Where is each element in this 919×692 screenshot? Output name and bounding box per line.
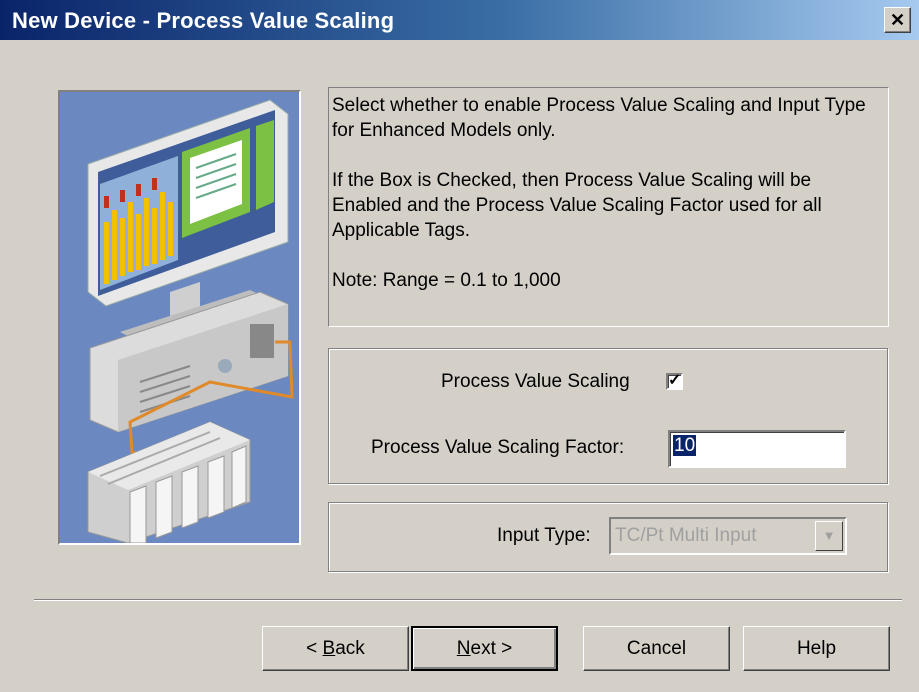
separator-line	[34, 599, 902, 601]
input-type-label: Input Type:	[497, 525, 591, 546]
description-panel: Select whether to enable Process Value S…	[328, 87, 889, 327]
process-value-scaling-checkbox[interactable]: ✓	[666, 373, 683, 390]
process-value-scaling-label: Process Value Scaling	[441, 371, 630, 392]
title-bar: New Device - Process Value Scaling ✕	[0, 0, 919, 40]
dropdown-arrow-icon[interactable]: ▼	[815, 521, 843, 551]
scaling-factor-label: Process Value Scaling Factor:	[371, 437, 625, 458]
input-type-value: TC/Pt Multi Input	[615, 525, 757, 546]
cancel-button-label: Cancel	[626, 638, 687, 659]
checkmark-icon: ✓	[668, 372, 682, 389]
range-note: Note: Range = 0.1 to 1,000	[332, 270, 561, 291]
back-button[interactable]: < Back	[262, 626, 409, 671]
scaling-factor-input[interactable]: 10	[668, 430, 846, 468]
back-button-mnemonic: B	[322, 638, 336, 659]
back-button-prefix: <	[306, 638, 323, 659]
help-button[interactable]: Help	[743, 626, 890, 671]
input-type-select[interactable]: TC/Pt Multi Input ▼	[609, 517, 847, 555]
description-text: Select whether to enable Process Value S…	[332, 95, 866, 141]
computer-plc-illustration-icon	[87, 99, 294, 543]
help-button-label: Help	[796, 638, 837, 659]
scaling-factor-value: 10	[673, 435, 697, 456]
back-button-label: ack	[335, 638, 365, 659]
window-title: New Device - Process Value Scaling	[12, 8, 395, 33]
device-illustration	[58, 90, 301, 545]
next-button[interactable]: Next >	[411, 626, 558, 671]
close-button[interactable]: ✕	[884, 7, 911, 33]
cancel-button[interactable]: Cancel	[583, 626, 730, 671]
description-text: If the Box is Checked, then Process Valu…	[332, 170, 822, 241]
close-icon: ✕	[889, 10, 906, 30]
next-button-mnemonic: N	[456, 638, 471, 659]
next-button-label: ext >	[470, 638, 513, 659]
